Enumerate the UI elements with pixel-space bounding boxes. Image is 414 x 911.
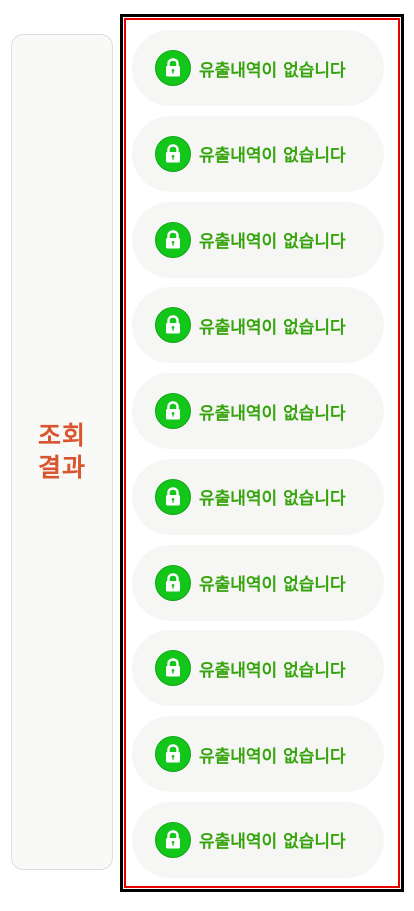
result-item: 유출내역이 없습니다 — [132, 458, 384, 535]
result-item: 유출내역이 없습니다 — [132, 630, 384, 707]
result-status-text: 유출내역이 없습니다 — [199, 146, 346, 167]
lock-icon — [155, 307, 191, 344]
result-item: 유출내역이 없습니다 — [132, 373, 384, 450]
result-status-text: 유출내역이 없습니다 — [199, 403, 346, 424]
result-label: 조회 결과 — [37, 421, 86, 482]
result-status-text: 유출내역이 없습니다 — [199, 575, 346, 596]
lock-icon — [155, 221, 191, 258]
result-status-text: 유출내역이 없습니다 — [199, 660, 346, 681]
result-item: 유출내역이 없습니다 — [132, 801, 384, 878]
result-item: 유출내역이 없습니다 — [132, 287, 384, 364]
result-status-text: 유출내역이 없습니다 — [199, 832, 346, 853]
result-item: 유출내역이 없습니다 — [132, 115, 384, 192]
lock-icon — [155, 478, 191, 515]
result-status-text: 유출내역이 없습니다 — [199, 746, 346, 767]
result-label-panel: 조회 결과 — [11, 34, 113, 870]
lock-icon — [155, 564, 191, 601]
lock-icon — [155, 736, 191, 773]
result-page: 조회 결과 유출내역이 없습니다 유출내역이 없습니다 유출내역이 없습니다 유… — [0, 0, 414, 911]
result-frame: 유출내역이 없습니다 유출내역이 없습니다 유출내역이 없습니다 유출내역이 없… — [120, 14, 404, 892]
result-list: 유출내역이 없습니다 유출내역이 없습니다 유출내역이 없습니다 유출내역이 없… — [124, 18, 400, 888]
result-status-text: 유출내역이 없습니다 — [199, 232, 346, 253]
lock-icon — [155, 135, 191, 172]
lock-icon — [155, 650, 191, 687]
result-item: 유출내역이 없습니다 — [132, 716, 384, 793]
result-status-text: 유출내역이 없습니다 — [199, 489, 346, 510]
lock-icon — [155, 821, 191, 858]
lock-icon — [155, 393, 191, 430]
result-item: 유출내역이 없습니다 — [132, 544, 384, 621]
lock-icon — [155, 50, 191, 86]
result-item: 유출내역이 없습니다 — [132, 201, 384, 278]
result-item: 유출내역이 없습니다 — [132, 30, 384, 106]
result-status-text: 유출내역이 없습니다 — [199, 317, 346, 338]
result-status-text: 유출내역이 없습니다 — [199, 60, 346, 81]
